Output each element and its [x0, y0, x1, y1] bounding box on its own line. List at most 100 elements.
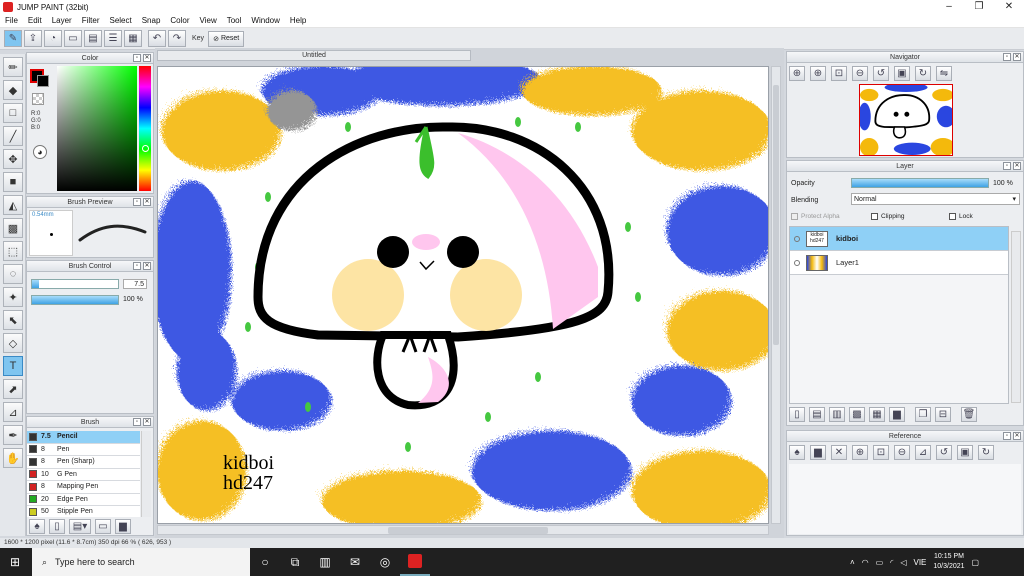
new-layer-8bit-icon[interactable]: ▤	[809, 407, 825, 422]
menu-edit[interactable]: Edit	[23, 16, 47, 25]
clock[interactable]: 10:15 PM 10/3/2021	[933, 552, 964, 572]
vertical-scroll-thumb[interactable]	[773, 85, 779, 345]
brush-list-scrollbar[interactable]	[141, 431, 151, 517]
grid-icon[interactable]: ▦	[124, 30, 142, 47]
rotate-right-icon[interactable]: ↻	[978, 445, 994, 460]
clipping-checkbox[interactable]: Clipping	[871, 213, 905, 220]
text-tool-icon[interactable]: T	[3, 356, 23, 376]
saturation-value-picker[interactable]	[57, 66, 137, 191]
menu-window[interactable]: Window	[246, 16, 284, 25]
brush-list-item[interactable]: 50 Stipple Pen	[27, 506, 140, 517]
panel-float-icon[interactable]: ▫	[133, 262, 141, 270]
new-gradient-layer-icon[interactable]: ▦	[869, 407, 885, 422]
panel-close-icon[interactable]: ✕	[143, 54, 151, 62]
navigator-thumbnail[interactable]	[859, 84, 953, 156]
lock-checkbox[interactable]: Lock	[949, 213, 973, 220]
chevron-up-icon[interactable]: ˄	[850, 558, 855, 567]
brush-menu-icon[interactable]: ▤▾	[69, 519, 91, 534]
new-file-icon[interactable]: ✎	[4, 30, 22, 47]
layer-row-kidboi[interactable]: kidboi hd247 kidboi	[790, 227, 1008, 251]
maximize-button[interactable]: ❐	[964, 0, 994, 14]
zoom-out-icon[interactable]: ⊖	[894, 445, 910, 460]
windows-start-icon[interactable]: ⊞	[0, 548, 30, 576]
gradient-tool-icon[interactable]: ▩	[3, 218, 23, 238]
vertical-scrollbar[interactable]	[771, 66, 781, 524]
menu-filter[interactable]: Filter	[77, 16, 105, 25]
close-button[interactable]: ✕	[994, 0, 1024, 14]
hue-slider[interactable]	[139, 66, 151, 191]
store-icon[interactable]: ▥	[310, 548, 340, 576]
brush-list-item[interactable]: 10 G Pen	[27, 468, 140, 481]
layer-list-scrollbar[interactable]	[1011, 231, 1021, 403]
rotate-right-icon[interactable]: ↻	[915, 66, 931, 81]
battery-icon[interactable]: ▭	[876, 558, 884, 567]
brush-opacity-slider[interactable]	[31, 295, 119, 305]
panel-float-icon[interactable]: ▫	[1003, 53, 1011, 61]
merge-layer-icon[interactable]: ⊟	[935, 407, 951, 422]
jump-paint-taskbar-icon[interactable]	[400, 548, 430, 576]
open-folder-icon[interactable]: ▆	[810, 445, 826, 460]
menu-tool[interactable]: Tool	[222, 16, 247, 25]
notifications-icon[interactable]: ▢	[972, 558, 980, 567]
zoom-icon[interactable]: ⊕	[789, 66, 805, 81]
secondary-color-swatch[interactable]	[37, 75, 49, 87]
brush-settings-icon[interactable]: ▭	[95, 519, 111, 534]
brush-list-item[interactable]: 8 Pen	[27, 443, 140, 456]
eyedropper-icon[interactable]: ⊿	[915, 445, 931, 460]
panel-close-icon[interactable]: ✕	[143, 262, 151, 270]
taskbar-search[interactable]: ⌕ Type here to search	[32, 548, 250, 576]
new-brush-icon[interactable]: ▯	[49, 519, 65, 534]
browser-icon[interactable]: ◎	[370, 548, 400, 576]
horizontal-scrollbar[interactable]	[157, 525, 769, 535]
zoom-in-icon[interactable]: ⊕	[852, 445, 868, 460]
brush-list-item[interactable]: 20 Edge Pen	[27, 493, 140, 506]
new-folder-icon[interactable]: ▆	[889, 407, 905, 422]
task-view-icon[interactable]: ⧉	[280, 548, 310, 576]
palette-icon[interactable]: ◕	[33, 145, 47, 159]
zoom-in-icon[interactable]: ⊕	[810, 66, 826, 81]
brush-tool-icon[interactable]: ♠	[29, 519, 45, 534]
select-pen-tool-icon[interactable]: ⬉	[3, 310, 23, 330]
brush-size-value[interactable]: 7.5	[123, 279, 147, 289]
fit-icon[interactable]: ⊡	[831, 66, 847, 81]
chat-icon[interactable]: ▭	[64, 30, 82, 47]
panel-float-icon[interactable]: ▫	[1003, 162, 1011, 170]
panel-close-icon[interactable]: ✕	[143, 418, 151, 426]
speech-bubble-icon[interactable]: ◔	[44, 30, 62, 47]
drawing-canvas[interactable]: kidboi hd247	[157, 66, 769, 524]
menu-file[interactable]: File	[0, 16, 23, 25]
brush-list-item[interactable]: 8 Pen (Sharp)	[27, 456, 140, 469]
operation-tool-icon[interactable]: ⬈	[3, 379, 23, 399]
network-icon[interactable]: ◠	[862, 558, 869, 567]
reset-button[interactable]: ⊘ Reset	[208, 30, 245, 47]
lasso-tool-icon[interactable]: ◌	[3, 264, 23, 284]
panel-float-icon[interactable]: ▫	[133, 418, 141, 426]
magic-wand-tool-icon[interactable]: ✦	[3, 287, 23, 307]
new-layer-1bit-icon[interactable]: ▥	[829, 407, 845, 422]
hue-handle[interactable]	[142, 145, 149, 152]
redo-icon[interactable]: ↷	[168, 30, 186, 47]
duplicate-layer-icon[interactable]: ❐	[915, 407, 931, 422]
zoom-out-icon[interactable]: ⊖	[852, 66, 868, 81]
menu-layer[interactable]: Layer	[47, 16, 77, 25]
move-tool-icon[interactable]: ✥	[3, 149, 23, 169]
rect-select-tool-icon[interactable]: ⬚	[3, 241, 23, 261]
new-tone-layer-icon[interactable]: ▩	[849, 407, 865, 422]
rotate-left-icon[interactable]: ↺	[873, 66, 889, 81]
delete-layer-icon[interactable]: 🗑	[961, 407, 977, 422]
layer-row-layer1[interactable]: Layer1	[790, 251, 1008, 275]
dropper-tool-icon[interactable]: ⊿	[3, 402, 23, 422]
minimize-button[interactable]: –	[934, 0, 964, 14]
actual-size-icon[interactable]: ▣	[957, 445, 973, 460]
panel-float-icon[interactable]: ▫	[133, 54, 141, 62]
upload-icon[interactable]: ⇪	[24, 30, 42, 47]
visibility-icon[interactable]	[794, 235, 800, 242]
new-layer-icon[interactable]: ▯	[789, 407, 805, 422]
flip-icon[interactable]: ⇋	[936, 66, 952, 81]
protect-alpha-checkbox[interactable]: Protect Alpha	[791, 213, 840, 220]
fit-icon[interactable]: ⊡	[873, 445, 889, 460]
language-indicator[interactable]: VIE	[913, 558, 926, 567]
mail-icon[interactable]: ✉	[340, 548, 370, 576]
actual-size-icon[interactable]: ▣	[894, 66, 910, 81]
menu-view[interactable]: View	[195, 16, 222, 25]
